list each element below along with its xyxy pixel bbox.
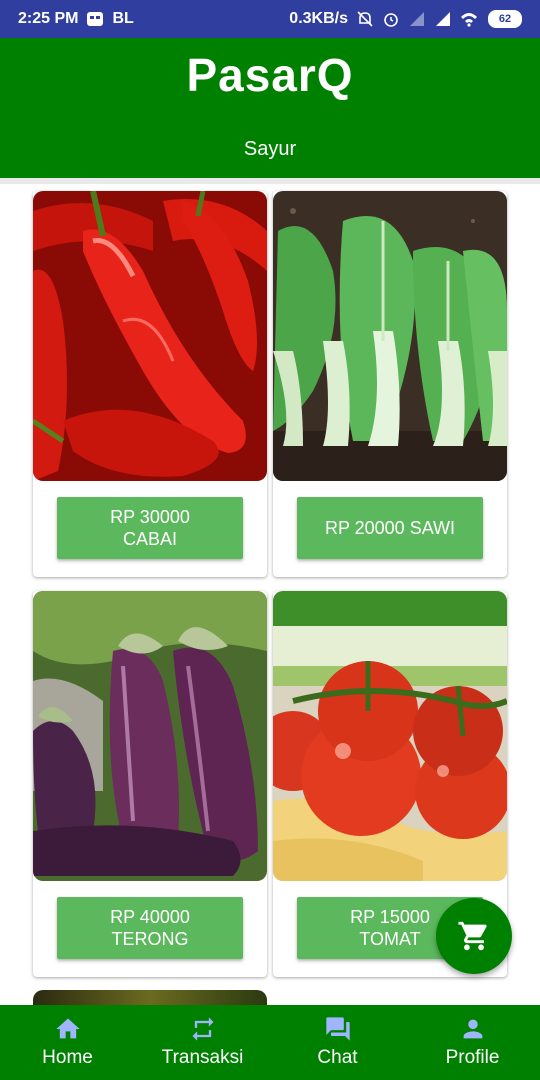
chili-image [33,191,267,481]
signal-icon [410,12,424,26]
product-price-button-cabai[interactable]: RP 30000 CABAI [57,497,243,559]
wifi-icon [461,13,477,27]
person-icon [463,1019,482,1039]
status-bar: 2:25 PM BL 0.3KB/s 62 [0,0,540,38]
cart-icon [458,921,487,951]
bottom-navigation: Home Transaksi Chat Profile [0,1005,540,1080]
product-card-terong[interactable]: RP 40000 TERONG [33,591,267,977]
nav-item-chat[interactable]: Chat [270,1005,405,1080]
product-price-button-sawi[interactable]: RP 20000 SAWI [297,497,483,559]
signal-strong-icon [436,12,450,26]
product-card-cabai[interactable]: RP 30000 CABAI [33,191,267,577]
header-divider [0,178,540,184]
chat-icon [325,1017,350,1041]
repeat-icon [192,1017,213,1041]
alarm-icon [384,13,398,27]
carrier-label: BL [112,10,134,27]
nav-item-transaksi[interactable]: Transaksi [135,1005,270,1080]
nav-item-home[interactable]: Home [0,1005,135,1080]
app-title: PasarQ [186,49,354,101]
cart-fab-button[interactable] [436,898,512,974]
tomato-image [273,591,507,881]
battery-indicator: 62 [488,10,522,28]
incognito-icon [87,12,104,26]
nav-item-profile[interactable]: Profile [405,1005,540,1080]
nav-label-transaksi: Transaksi [161,1047,244,1068]
eggplant-image [33,591,267,881]
category-title: Sayur [243,138,297,160]
mute-icon [357,11,373,27]
status-time: 2:25 PM [18,10,79,27]
home-icon [55,1018,80,1039]
nav-label-profile: Profile [445,1047,500,1068]
nav-label-chat: Chat [317,1047,358,1068]
product-card-sawi[interactable]: RP 20000 SAWI [273,191,507,577]
network-speed: 0.3KB/s [289,10,348,27]
app-header: PasarQ Sayur [0,38,540,178]
nav-label-home: Home [42,1047,93,1068]
bok-choy-image [273,191,507,481]
product-price-button-terong[interactable]: RP 40000 TERONG [57,897,243,959]
